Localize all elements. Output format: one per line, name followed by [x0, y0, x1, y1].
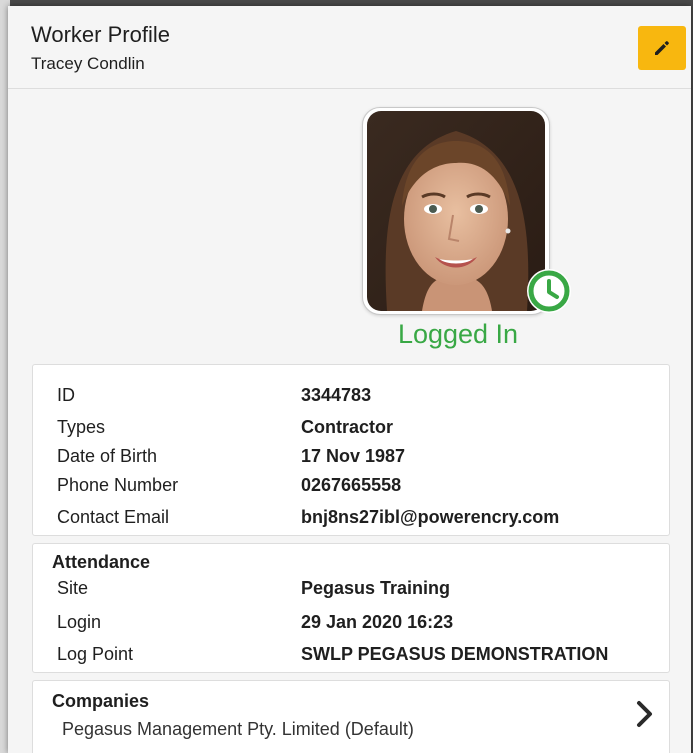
types-value: Contractor	[301, 417, 394, 437]
site-label: Site	[57, 578, 89, 598]
types-label: Types	[57, 417, 106, 437]
details-card: ID 3344783 Types Contractor Date of Birt…	[32, 364, 670, 536]
worker-profile-panel: Worker Profile Tracey Condlin Logged In …	[8, 6, 691, 753]
site-value: Pegasus Training	[301, 578, 451, 598]
worker-name: Tracey Condlin	[31, 54, 145, 73]
company-item: Pegasus Management Pty. Limited (Default…	[62, 719, 414, 739]
id-label: ID	[57, 385, 75, 405]
login-value: 29 Jan 2020 16:23	[301, 612, 454, 632]
date-of-birth-label: Date of Birth	[57, 446, 158, 466]
chevron-right-icon[interactable]	[633, 699, 657, 729]
log-point-value: SWLP PEGASUS DEMONSTRATION	[301, 644, 609, 664]
login-status: Logged In	[397, 319, 519, 349]
edit-button[interactable]	[638, 26, 686, 70]
phone-number-value: 0267665558	[301, 475, 402, 495]
login-label: Login	[57, 612, 102, 632]
id-value: 3344783	[301, 385, 372, 405]
date-of-birth-value: 17 Nov 1987	[301, 446, 406, 466]
page-title: Worker Profile	[31, 22, 170, 47]
contact-email-value: bnj8ns27ibl@powerencry.com	[301, 507, 560, 527]
profile-photo-image	[367, 111, 545, 311]
log-point-label: Log Point	[57, 644, 134, 664]
panel-header: Worker Profile Tracey Condlin	[8, 6, 691, 89]
profile-photo	[362, 107, 550, 315]
pencil-icon	[655, 41, 669, 55]
companies-title: Companies	[52, 691, 150, 711]
contact-email-label: Contact Email	[57, 507, 170, 527]
companies-card[interactable]: Companies Pegasus Management Pty. Limite…	[32, 680, 670, 753]
clock-icon	[526, 268, 572, 314]
attendance-title: Attendance	[52, 552, 151, 572]
attendance-card: Attendance Site Pegasus Training Login 2…	[32, 543, 670, 673]
phone-number-label: Phone Number	[57, 475, 179, 495]
